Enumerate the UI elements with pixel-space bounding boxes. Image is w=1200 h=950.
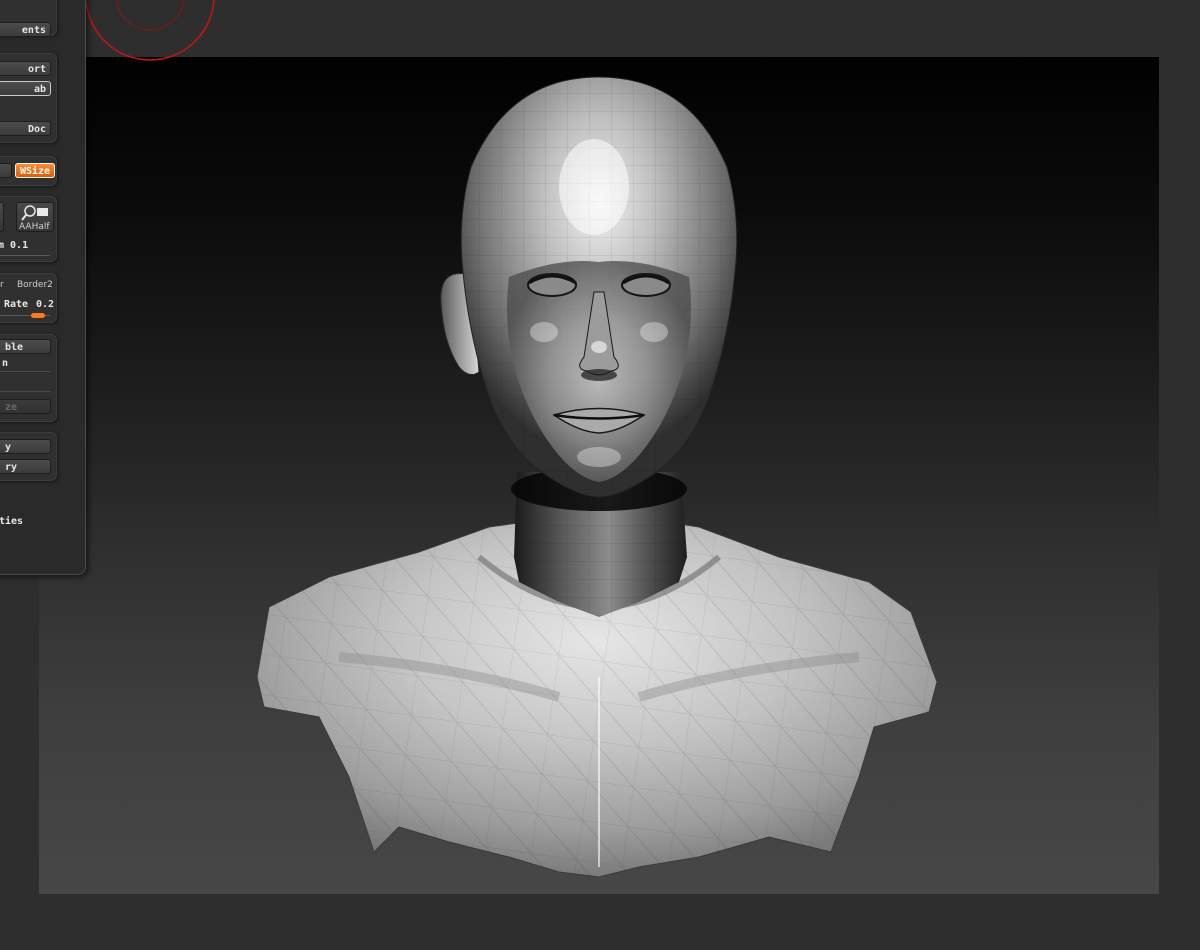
- rate-value[interactable]: 0.2: [36, 299, 54, 310]
- palette-group-2: ort ab Doc: [0, 53, 57, 143]
- rate-slider-knob[interactable]: [31, 313, 45, 318]
- y-button[interactable]: y: [0, 439, 51, 454]
- palette-group-5: r Border2 Rate 0.2: [0, 273, 57, 323]
- wsize-button[interactable]: WSize: [15, 163, 55, 178]
- size-button[interactable]: ze: [0, 399, 51, 414]
- divider: [0, 371, 50, 372]
- grab-doc-button[interactable]: ab: [0, 81, 51, 96]
- document-palette: ents ort ab Doc WSize al: [0, 0, 86, 575]
- halfsize-button[interactable]: [0, 163, 12, 178]
- palette-group-4: al AAHalf m 0.1: [0, 196, 57, 262]
- properties-label[interactable]: ties: [0, 516, 23, 527]
- new-doc-button[interactable]: Doc: [0, 121, 51, 136]
- document-canvas[interactable]: [39, 57, 1159, 894]
- aahalf-label: AAHalf: [19, 222, 50, 232]
- divider: [0, 391, 50, 392]
- palette-group-6: ble n ze: [0, 334, 57, 422]
- actual-icon: [0, 208, 1, 218]
- actual-size-button[interactable]: [0, 202, 4, 232]
- border-label[interactable]: r: [0, 280, 4, 290]
- palette-group-1: ents: [0, 0, 57, 37]
- rate-label[interactable]: Rate: [4, 299, 28, 310]
- magnifier-icon: [21, 205, 48, 221]
- zoom-slider-label[interactable]: m 0.1: [0, 240, 28, 251]
- contents-button[interactable]: ents: [0, 22, 51, 37]
- palette-group-7: y ry: [0, 432, 57, 481]
- table-button[interactable]: ble: [0, 339, 51, 354]
- palette-group-3: WSize: [0, 156, 57, 186]
- zoom-slider-track[interactable]: [0, 255, 50, 256]
- border2-label[interactable]: Border2: [17, 280, 53, 290]
- ry-button[interactable]: ry: [0, 459, 51, 474]
- brush-cursor-icon: [85, 0, 215, 61]
- zbrush-window: ents ort ab Doc WSize al: [0, 0, 1200, 950]
- export-button[interactable]: ort: [0, 61, 51, 76]
- head-bust-model[interactable]: [39, 57, 1159, 894]
- n-label: n: [2, 358, 9, 369]
